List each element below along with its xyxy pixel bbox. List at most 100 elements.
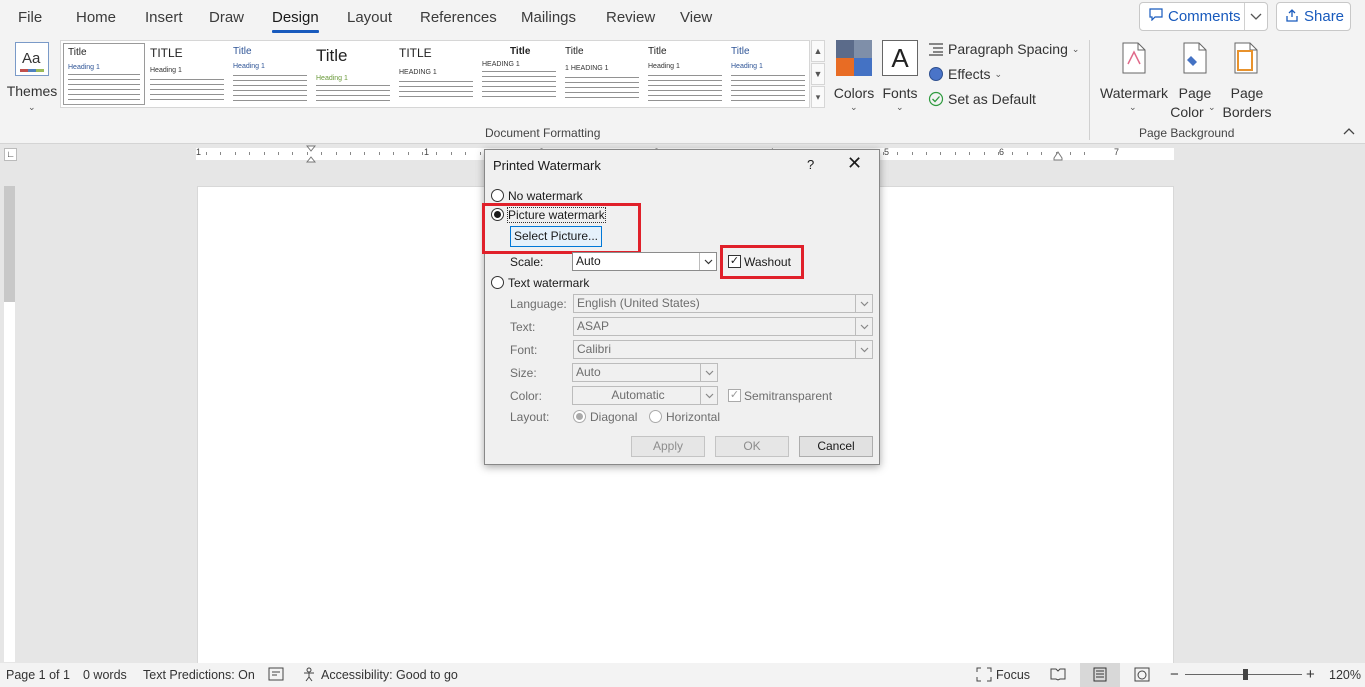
font-dropdown[interactable]: Calibri: [573, 340, 873, 359]
gallery-more[interactable]: ▾: [811, 86, 825, 108]
share-button[interactable]: Share: [1276, 2, 1351, 31]
zoom-level[interactable]: 120%: [1329, 668, 1361, 682]
ruler-tick: [897, 152, 899, 155]
tab-references[interactable]: References: [420, 9, 497, 26]
right-indent-marker-icon[interactable]: [1053, 150, 1063, 161]
style-set-item[interactable]: Title Heading 1: [727, 43, 809, 105]
accessibility-icon[interactable]: [302, 667, 318, 685]
style-set-item[interactable]: TITLE HEADING 1: [395, 43, 477, 105]
fonts-icon: A: [882, 40, 918, 76]
ruler-tick: [998, 152, 999, 155]
style-set-item[interactable]: TITLE Heading 1: [146, 43, 228, 105]
color-dropdown[interactable]: Automatic: [572, 386, 718, 405]
tab-review[interactable]: Review: [606, 9, 655, 26]
paragraph-spacing-label: Paragraph Spacing: [948, 41, 1068, 57]
tab-selector[interactable]: ∟: [4, 148, 17, 161]
text-dropdown[interactable]: ASAP: [573, 317, 873, 336]
page-color-button[interactable]: Page Color ⌄: [1170, 40, 1220, 120]
tab-layout[interactable]: Layout: [347, 9, 392, 26]
close-icon[interactable]: ✕: [847, 154, 862, 172]
layout-label: Layout:: [510, 410, 550, 424]
checkmark-circle-icon: [928, 91, 944, 107]
style-set-item[interactable]: Title Heading 1: [644, 43, 726, 105]
tab-draw[interactable]: Draw: [209, 9, 244, 26]
tab-file[interactable]: File: [18, 9, 42, 26]
ribbon: Aa Themes ⌄ Title Heading 1 TITLE Headin…: [0, 36, 1365, 144]
ok-button[interactable]: OK: [715, 436, 789, 457]
status-bar: Page 1 of 1 0 words Text Predictions: On…: [0, 663, 1365, 687]
ruler-tick: [1084, 152, 1086, 155]
active-tab-indicator: [272, 30, 319, 33]
themes-button[interactable]: Aa Themes ⌄: [7, 40, 57, 120]
fonts-button[interactable]: A Fonts ⌄: [880, 40, 920, 120]
style-set-item[interactable]: Title Heading 1: [312, 43, 394, 105]
tab-insert[interactable]: Insert: [145, 9, 183, 26]
semitransparent-checkbox[interactable]: ✓: [728, 389, 741, 402]
focus-label[interactable]: Focus: [996, 668, 1030, 682]
gallery-scroll-up[interactable]: ▲: [811, 40, 825, 62]
ruler-tick: [954, 152, 956, 155]
page-color-icon: [1183, 42, 1207, 74]
watermark-button[interactable]: Watermark ⌄: [1100, 40, 1168, 120]
chevron-down-icon: [699, 253, 716, 270]
web-layout-icon[interactable]: [1134, 667, 1150, 685]
diagonal-radio[interactable]: [573, 410, 586, 423]
read-mode-icon[interactable]: [1050, 667, 1066, 684]
paragraph-spacing-button[interactable]: Paragraph Spacing ⌄: [928, 41, 1079, 57]
chevron-down-icon[interactable]: [1250, 9, 1262, 26]
tab-home[interactable]: Home: [76, 9, 116, 26]
dialog-title: Printed Watermark: [493, 158, 601, 173]
effects-button[interactable]: Effects ⌄: [928, 66, 1002, 82]
apply-button[interactable]: Apply: [631, 436, 705, 457]
style-set-item[interactable]: Title HEADING 1: [478, 43, 560, 105]
gallery-scroll-down[interactable]: ▼: [811, 63, 825, 85]
chevron-down-icon: ⌄: [1071, 43, 1080, 54]
group-divider: [1089, 40, 1090, 140]
focus-icon[interactable]: [976, 667, 992, 685]
highlight-box: [482, 203, 641, 254]
page-count[interactable]: Page 1 of 1: [6, 668, 70, 682]
horizontal-radio[interactable]: [649, 410, 662, 423]
page-borders-button[interactable]: Page Borders: [1222, 40, 1272, 120]
style-set-item[interactable]: Title 1 HEADING 1: [561, 43, 643, 105]
tab-mailings[interactable]: Mailings: [521, 9, 576, 26]
word-count[interactable]: 0 words: [83, 668, 127, 682]
chevron-down-icon: ⌄: [1129, 102, 1137, 112]
colors-icon: [836, 40, 872, 76]
page-color-label-1: Page: [1178, 85, 1212, 101]
semitransparent-label[interactable]: Semitransparent: [744, 389, 832, 403]
diagonal-label[interactable]: Diagonal: [590, 410, 637, 424]
no-watermark-label[interactable]: No watermark: [508, 189, 583, 203]
language-dropdown[interactable]: English (United States): [573, 294, 873, 313]
chevron-down-icon: ⌄: [28, 102, 36, 112]
themes-icon: Aa: [15, 42, 49, 76]
proofing-icon[interactable]: [268, 667, 284, 684]
cancel-button[interactable]: Cancel: [799, 436, 873, 457]
zoom-in-button[interactable]: +: [1306, 666, 1315, 683]
help-button[interactable]: ?: [807, 157, 814, 172]
no-watermark-radio[interactable]: [491, 189, 504, 202]
ruler-tick: [220, 152, 222, 155]
page-borders-label-1: Page: [1230, 85, 1264, 101]
zoom-slider-thumb[interactable]: [1243, 669, 1248, 680]
collapse-ribbon-icon[interactable]: [1343, 125, 1355, 139]
accessibility-status[interactable]: Accessibility: Good to go: [321, 668, 458, 682]
chevron-down-icon: ⌄: [1208, 102, 1216, 112]
tab-view[interactable]: View: [680, 9, 712, 26]
colors-button[interactable]: Colors ⌄: [833, 40, 875, 120]
scale-dropdown[interactable]: Auto: [572, 252, 717, 271]
tab-design[interactable]: Design: [272, 9, 319, 26]
size-dropdown[interactable]: Auto: [572, 363, 718, 382]
text-watermark-label[interactable]: Text watermark: [508, 276, 589, 290]
zoom-out-button[interactable]: −: [1170, 666, 1179, 683]
text-predictions-status[interactable]: Text Predictions: On: [143, 668, 255, 682]
print-layout-button[interactable]: [1080, 663, 1120, 687]
style-set-gallery[interactable]: Title Heading 1 TITLE Heading 1 Title He…: [60, 40, 810, 108]
printed-watermark-dialog: Printed Watermark ? ✕ No watermark Pictu…: [482, 149, 880, 465]
text-watermark-radio[interactable]: [491, 276, 504, 289]
style-set-item[interactable]: Title Heading 1: [229, 43, 311, 105]
set-as-default-button[interactable]: Set as Default: [928, 91, 1036, 107]
comments-button[interactable]: Comments: [1139, 2, 1268, 31]
horizontal-label[interactable]: Horizontal: [666, 410, 720, 424]
style-set-item[interactable]: Title Heading 1: [63, 43, 145, 105]
